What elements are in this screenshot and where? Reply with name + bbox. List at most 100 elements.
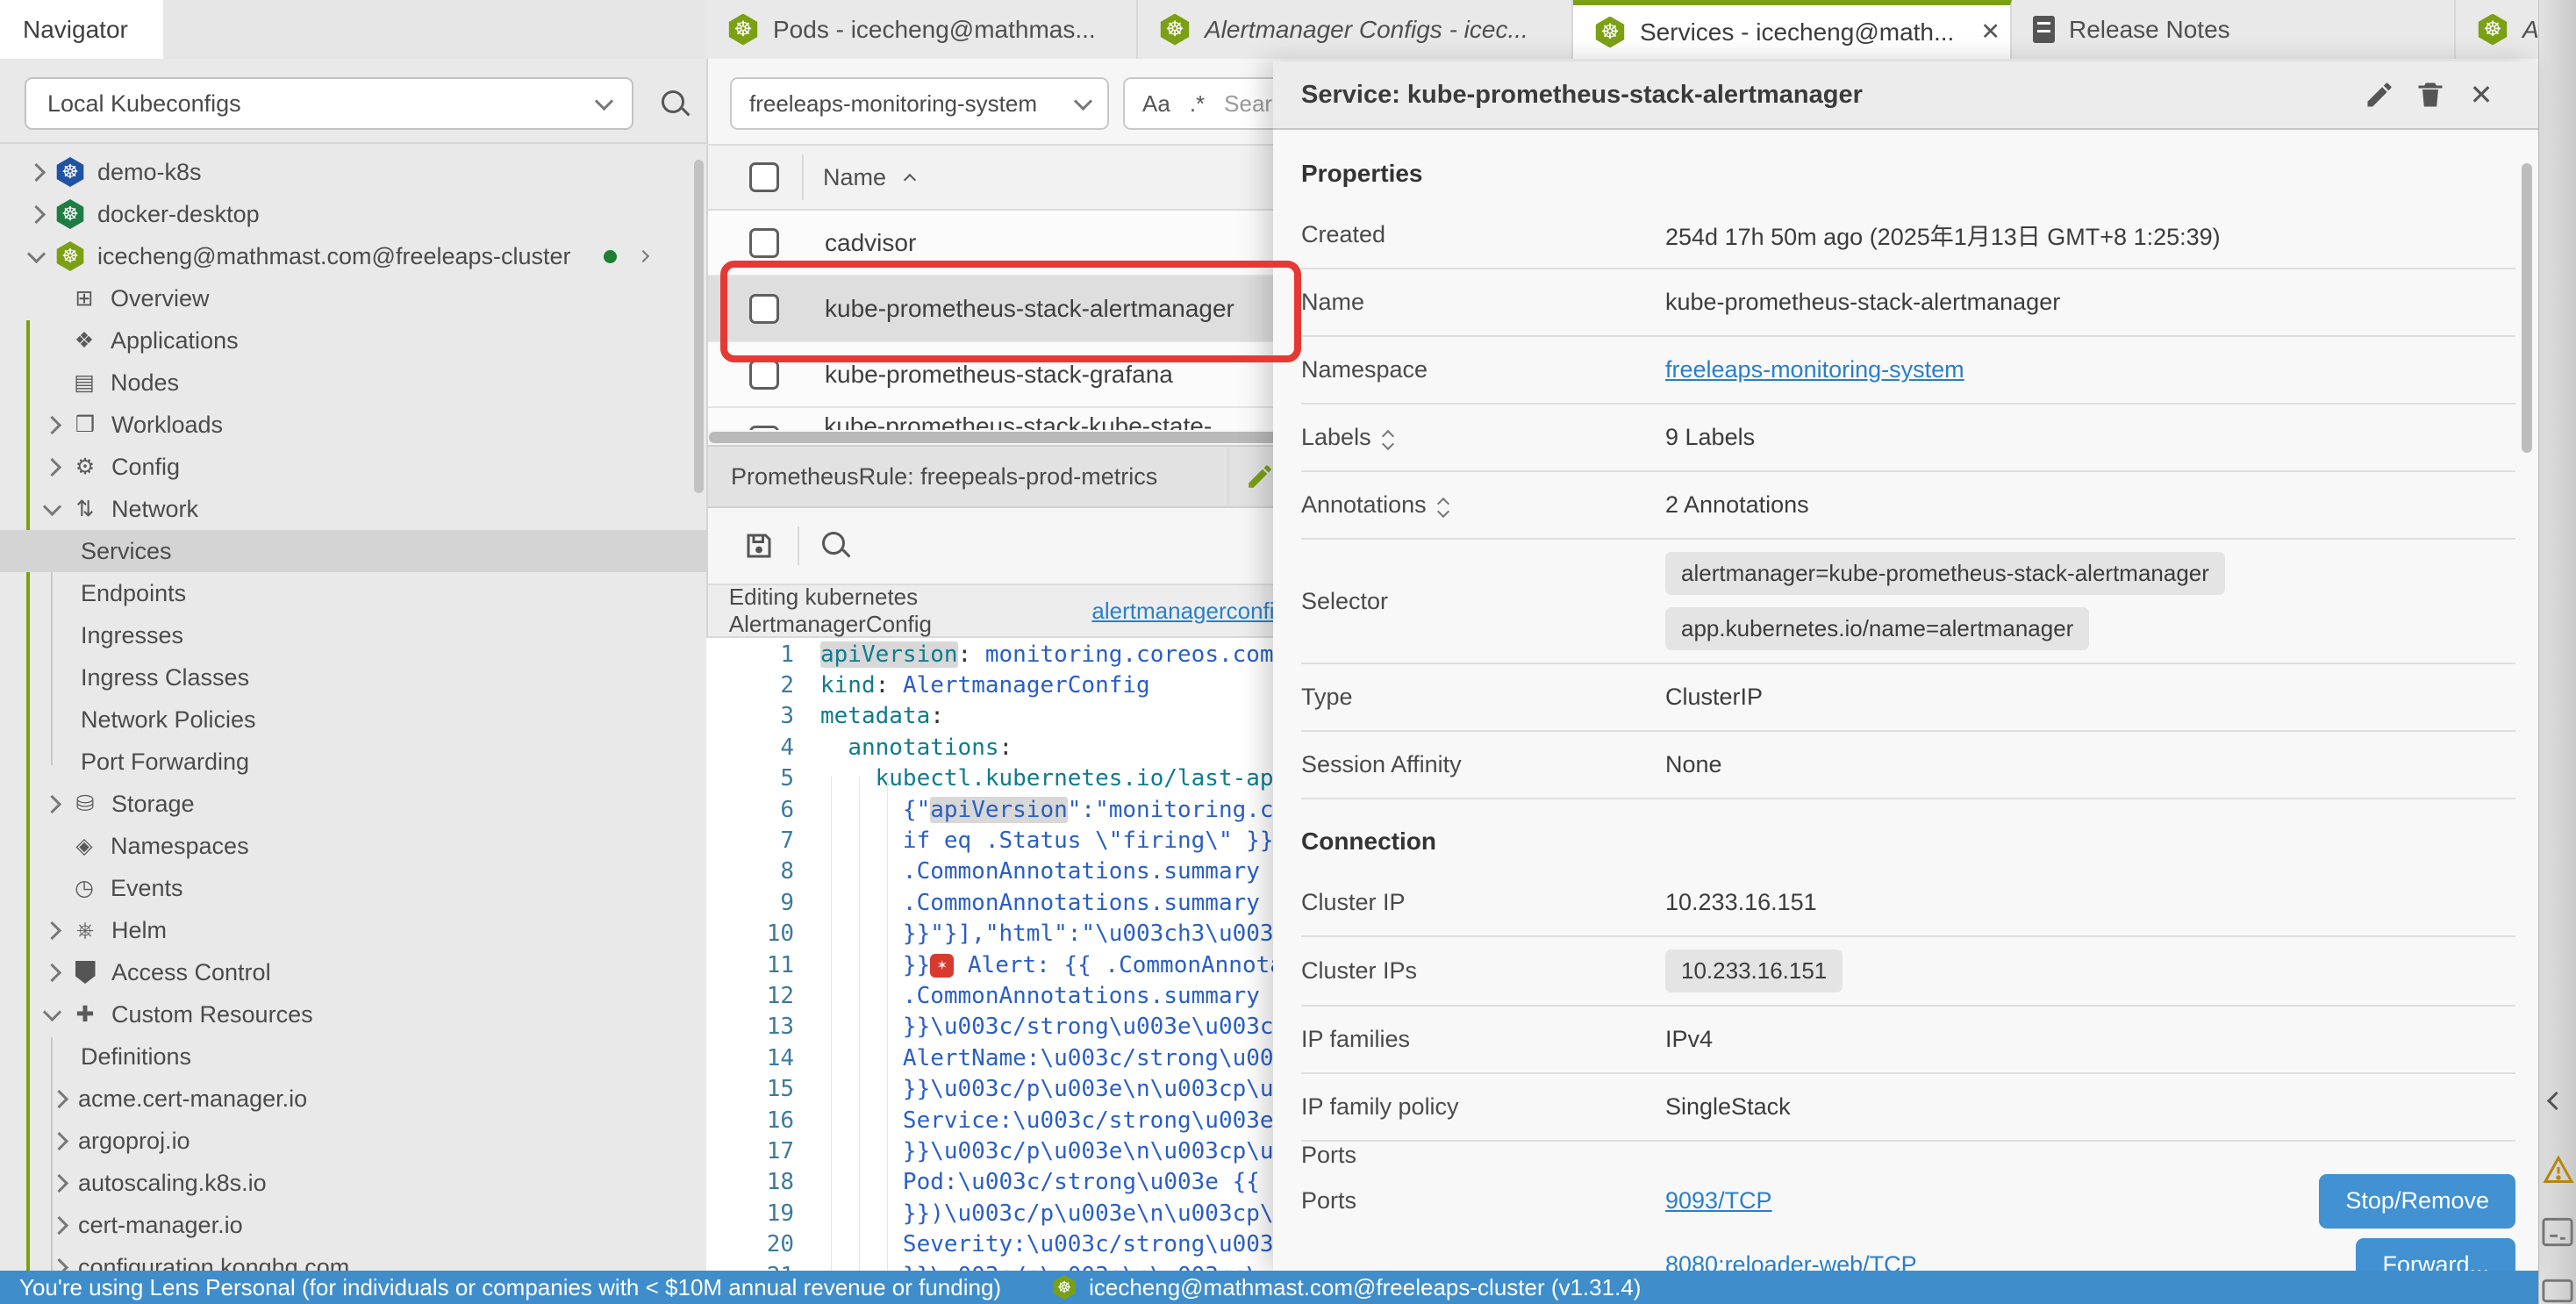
- tree-item-icecheng-mathmast-com-freeleaps-cluster[interactable]: ☸icecheng@mathmast.com@freeleaps-cluster: [0, 235, 706, 277]
- chevron-right-icon: [43, 963, 61, 981]
- drawer-scrollbar[interactable]: [2522, 163, 2532, 453]
- chevron-left-icon[interactable]: [2550, 1086, 2563, 1114]
- tree-item-events[interactable]: ◷Events: [0, 867, 706, 909]
- tree-item-endpoints[interactable]: Endpoints: [0, 572, 706, 614]
- tree-item-applications[interactable]: ❖Applications: [0, 319, 706, 362]
- editor-toolbar: [708, 508, 1287, 584]
- chevron-right-icon[interactable]: [637, 250, 649, 262]
- tab-2[interactable]: ☸Services - icecheng@math...✕: [1573, 0, 2012, 59]
- line-number: 20: [706, 1231, 794, 1257]
- trash-icon[interactable]: [2405, 79, 2456, 111]
- tree-item-ingresses[interactable]: Ingresses: [0, 614, 706, 656]
- tree-item-label: Nodes: [111, 369, 179, 397]
- tree-item-services[interactable]: Services: [0, 530, 706, 572]
- tree-item-label: docker-desktop: [97, 201, 260, 228]
- match-case-icon[interactable]: Aa: [1142, 90, 1170, 118]
- editor-breadcrumb: Editing kubernetes AlertmanagerConfig al…: [708, 584, 1287, 638]
- pencil-icon[interactable]: [1245, 462, 1275, 491]
- expand-toggle-icon[interactable]: [1439, 494, 1448, 516]
- tree-item-helm[interactable]: ⎈Helm: [0, 909, 706, 951]
- tree-item-config[interactable]: ⚙Config: [0, 446, 706, 488]
- row-value: alertmanager=kube-prometheus-stack-alert…: [1665, 540, 2515, 663]
- tree-item-custom-resources[interactable]: ✚Custom Resources: [0, 993, 706, 1035]
- line-number: 14: [706, 1045, 794, 1071]
- tree-item-label: Applications: [111, 327, 239, 355]
- tab-3[interactable]: Release Notes: [2012, 0, 2456, 59]
- terminal-icon[interactable]: [2541, 1216, 2574, 1248]
- tree-item-acme-cert-manager-io[interactable]: acme.cert-manager.io: [0, 1078, 706, 1120]
- divider: [0, 142, 706, 144]
- tree-item-label: Helm: [111, 917, 167, 944]
- tab-0[interactable]: ☸Pods - icecheng@mathmas...: [706, 0, 1138, 59]
- tree-item-argoproj-io[interactable]: argoproj.io: [0, 1120, 706, 1162]
- line-number: 7: [706, 828, 794, 854]
- tree-item-port-forwarding[interactable]: Port Forwarding: [0, 741, 706, 783]
- tree-item-overview[interactable]: ⊞Overview: [0, 277, 706, 319]
- chevron-right-icon: [43, 415, 61, 433]
- tree-item-workloads[interactable]: ❒Workloads: [0, 404, 706, 446]
- namespace-selector-value: freeleaps-monitoring-system: [749, 90, 1037, 118]
- tree-item-definitions[interactable]: Definitions: [0, 1035, 706, 1078]
- tree-item-configuration-konghq-com[interactable]: configuration.konghq.com: [0, 1246, 706, 1271]
- name-column-header[interactable]: Name: [823, 164, 886, 191]
- code-text: metadata:: [820, 703, 944, 729]
- row-checkbox[interactable]: [749, 360, 779, 390]
- tree-item-access-control[interactable]: Access Control: [0, 951, 706, 993]
- search-icon[interactable]: [662, 90, 684, 119]
- row-label: Ports: [1301, 1142, 1665, 1169]
- port-link[interactable]: 8080:reloader-web/TCP: [1665, 1251, 1917, 1271]
- tree-item-cert-manager-io[interactable]: cert-manager.io: [0, 1204, 706, 1246]
- cluster-info[interactable]: icecheng@mathmast.com@freeleaps-cluster …: [1089, 1274, 1641, 1301]
- workloads-icon: ❒: [71, 412, 99, 438]
- tree-item-storage[interactable]: ⛁Storage: [0, 783, 706, 825]
- line-number: 8: [706, 858, 794, 885]
- forward-button[interactable]: Forward...: [2356, 1238, 2515, 1272]
- terminal-icon[interactable]: [2541, 1278, 2574, 1304]
- navigator-panel-tab[interactable]: Navigator: [0, 0, 163, 59]
- chevron-right-icon: [43, 921, 61, 939]
- kubeconfig-selector[interactable]: Local Kubeconfigs: [25, 77, 633, 130]
- stop-remove-button[interactable]: Stop/Remove: [2319, 1174, 2515, 1229]
- chevron-right-icon: [27, 204, 46, 223]
- port-link[interactable]: 9093/TCP: [1665, 1187, 1772, 1214]
- horizontal-scrollbar[interactable]: [709, 432, 1288, 443]
- nodes-icon: ▤: [70, 369, 98, 396]
- warning-icon[interactable]: [2543, 1155, 2574, 1185]
- regex-icon[interactable]: .*: [1190, 90, 1205, 118]
- line-number: 4: [706, 734, 794, 761]
- tree-item-nodes[interactable]: ▤ Nodes: [0, 362, 706, 404]
- code-text: apiVersion: monitoring.coreos.com/v1: [820, 641, 1315, 668]
- sort-asc-icon[interactable]: [904, 174, 916, 186]
- pencil-icon[interactable]: [2354, 79, 2405, 111]
- close-icon[interactable]: ✕: [2456, 78, 2507, 111]
- drawer-row: IP family policySingleStack: [1301, 1074, 2515, 1142]
- row-checkbox[interactable]: [749, 228, 779, 258]
- tree-item-demo-k8s[interactable]: ☸demo-k8s: [0, 151, 706, 193]
- tree-item-network-policies[interactable]: Network Policies: [0, 699, 706, 741]
- sidebar-scrollbar[interactable]: [694, 160, 704, 493]
- drawer-row: IP familiesIPv4: [1301, 1007, 2515, 1074]
- chevron-down-icon: [595, 91, 613, 110]
- breadcrumb-link[interactable]: alertmanagerconfig: [1091, 598, 1287, 625]
- close-icon[interactable]: ✕: [1980, 18, 2000, 46]
- tab-1[interactable]: ☸Alertmanager Configs - icec...: [1138, 0, 1573, 59]
- select-all-checkbox[interactable]: [749, 162, 779, 192]
- expand-toggle-icon[interactable]: [1384, 426, 1392, 448]
- namespace-link[interactable]: freeleaps-monitoring-system: [1665, 356, 1964, 383]
- tree-item-autoscaling-k8s-io[interactable]: autoscaling.k8s.io: [0, 1162, 706, 1204]
- save-icon[interactable]: [743, 530, 775, 562]
- line-number: 5: [706, 765, 794, 792]
- row-checkbox[interactable]: [749, 426, 779, 431]
- tree-item-namespaces[interactable]: ◈Namespaces: [0, 825, 706, 867]
- tree-item-network[interactable]: ⇅Network: [0, 488, 706, 530]
- tab-label: Pods - icecheng@mathmas...: [773, 16, 1096, 44]
- search-icon[interactable]: [822, 532, 845, 561]
- code-text: .CommonAnnotations.summary }}-{{: [820, 983, 1342, 1009]
- row-value: 254d 17h 50m ago (2025年1月13日 GMT+8 1:25:…: [1665, 218, 2515, 252]
- table-header: Name: [708, 146, 1287, 209]
- namespace-selector[interactable]: freeleaps-monitoring-system: [730, 77, 1109, 130]
- tree-item-docker-desktop[interactable]: ☸docker-desktop: [0, 193, 706, 235]
- tree-item-ingress-classes[interactable]: Ingress Classes: [0, 656, 706, 699]
- line-number: 17: [706, 1138, 794, 1164]
- table-row[interactable]: kube-prometheus-stack-kube-state-metrics: [708, 408, 1287, 430]
